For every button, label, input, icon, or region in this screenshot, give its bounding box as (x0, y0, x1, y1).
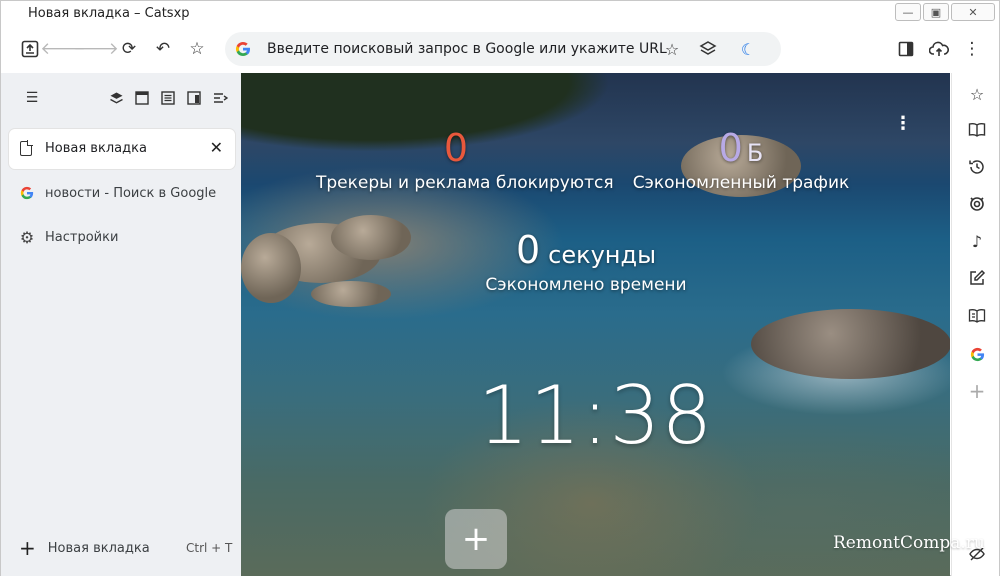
window-icon[interactable] (133, 89, 151, 107)
close-tab-icon[interactable]: ✕ (210, 138, 223, 157)
google-icon[interactable] (966, 343, 988, 365)
add-shortcut-button[interactable]: + (445, 509, 507, 569)
toolbar: 🡐 🡒 ⟳ ↶ ☆ Введите поисковый запрос в Goo… (1, 27, 999, 73)
new-tab-button[interactable]: + Новая вкладка (19, 538, 150, 558)
bookmark-star-icon[interactable]: ☆ (186, 38, 208, 60)
menu-dots-icon[interactable]: ⋮ (961, 38, 983, 60)
forward-icon[interactable]: 🡒 (73, 38, 119, 60)
traffic-count: 0 (718, 126, 743, 170)
undo-icon[interactable]: ↶ (152, 38, 174, 60)
tab-settings-icon[interactable] (211, 89, 229, 107)
right-sidebar: ☆ ♪ + (951, 73, 999, 576)
shield-icon[interactable] (966, 193, 988, 215)
edit-icon[interactable] (966, 267, 988, 289)
tab-list-icon[interactable]: ☰ (23, 89, 41, 107)
layers-icon[interactable] (697, 38, 719, 60)
background-rock (241, 233, 301, 303)
traffic-label: Сэкономленный трафик (632, 173, 850, 193)
address-bar[interactable]: Введите поисковый запрос в Google или ук… (225, 32, 781, 66)
trackers-count: 0 (443, 126, 469, 170)
new-tab-page: ⋮ 0 Трекеры и реклама блокируются 0Б Сэк… (241, 73, 950, 576)
tab-label: Новая вкладка (45, 141, 147, 156)
new-tab-shortcut: Ctrl + T (186, 541, 233, 555)
browser-window: Новая вкладка – Catsxp — ▣ ✕ 🡐 🡒 ⟳ ↶ ☆ В… (0, 0, 1000, 576)
minimize-button[interactable]: — (895, 3, 921, 21)
vertical-tab-sidebar: ☰ Новая вкладка ✕ новости - Поиск в Goog… (1, 73, 241, 576)
traffic-unit: Б (746, 139, 764, 167)
tab-new-tab[interactable]: Новая вкладка ✕ (9, 129, 235, 169)
time-count: 0 (515, 228, 541, 272)
reader-icon[interactable] (159, 89, 177, 107)
maximize-button[interactable]: ▣ (923, 3, 949, 21)
clock: 11:38 (477, 369, 714, 462)
bookmarks-star-icon[interactable]: ☆ (966, 83, 988, 105)
window-title: Новая вкладка – Catsxp (28, 6, 190, 21)
time-label: Сэкономлено времени (485, 275, 687, 295)
background-rock (311, 281, 391, 307)
cloud-upload-icon[interactable] (928, 38, 950, 60)
back-icon[interactable]: 🡐 (40, 38, 86, 60)
music-note-icon[interactable]: ♪ (966, 230, 988, 252)
bookmark-star-icon[interactable]: ☆ (661, 38, 683, 60)
split-view-icon[interactable] (185, 89, 203, 107)
moon-icon[interactable]: ☾ (737, 38, 759, 60)
time-stat: 0 секунды Сэкономлено времени (441, 231, 731, 295)
gear-icon: ⚙ (19, 227, 35, 247)
more-options-icon[interactable]: ⋮ (894, 113, 912, 134)
trackers-stat: 0 Трекеры и реклама блокируются (316, 126, 614, 193)
tab-settings[interactable]: ⚙ Настройки (19, 227, 119, 247)
document-icon (20, 140, 33, 156)
traffic-stat: 0Б Сэкономленный трафик (621, 129, 861, 193)
history-icon[interactable] (966, 156, 988, 178)
tab-label: Настройки (45, 229, 119, 245)
close-window-button[interactable]: ✕ (951, 3, 995, 21)
layers-icon[interactable] (107, 89, 125, 107)
google-icon (19, 185, 35, 201)
plus-icon: + (19, 536, 36, 560)
watermark-text: RemontCompa.ru (833, 533, 985, 553)
background-rock (331, 215, 411, 260)
vertical-tabs-icon[interactable] (19, 38, 41, 60)
trackers-label: Трекеры и реклама блокируются (316, 173, 614, 193)
title-bar: Новая вкладка – Catsxp — ▣ ✕ (1, 1, 999, 27)
new-tab-label: Новая вкладка (47, 540, 150, 556)
reader-mode-icon[interactable] (966, 305, 988, 327)
tab-label: новости - Поиск в Google (45, 185, 217, 201)
google-icon (235, 41, 250, 57)
omnibox-placeholder: Введите поисковый запрос в Google или ук… (267, 41, 667, 57)
sidebar-toggle-icon[interactable] (895, 38, 917, 60)
add-panel-icon[interactable]: + (966, 379, 988, 403)
tab-google-search[interactable]: новости - Поиск в Google (19, 183, 216, 203)
reload-icon[interactable]: ⟳ (118, 38, 140, 60)
reading-list-icon[interactable] (966, 119, 988, 141)
time-unit: секунды (548, 241, 657, 269)
